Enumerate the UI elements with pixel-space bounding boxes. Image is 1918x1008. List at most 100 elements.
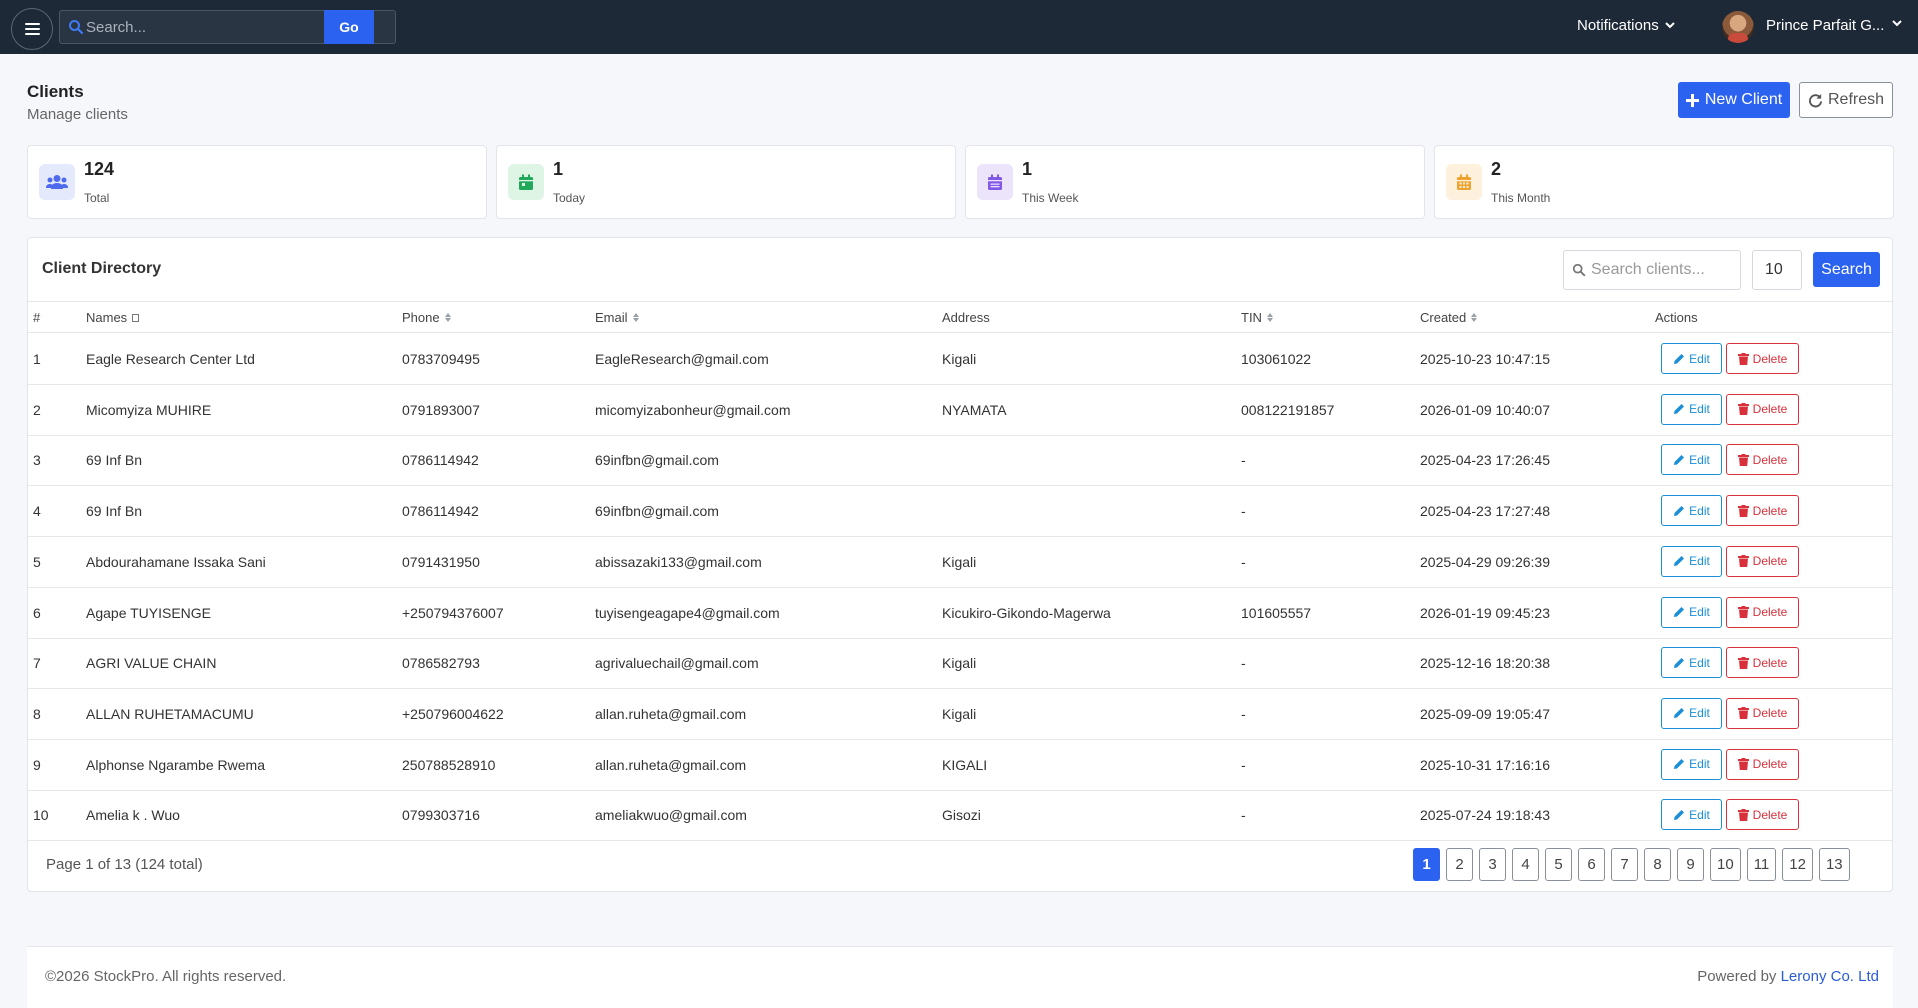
page-button-1[interactable]: 1 [1413, 848, 1440, 881]
page-button-7[interactable]: 7 [1611, 848, 1638, 881]
delete-label: Delete [1752, 757, 1788, 772]
col-header-phone[interactable]: Phone [402, 310, 451, 325]
delete-button[interactable]: Delete [1726, 697, 1799, 729]
per-page-input[interactable]: 10 [1752, 250, 1802, 290]
edit-button[interactable]: Edit [1661, 343, 1722, 374]
powered-by-prefix: Powered by [1697, 968, 1777, 985]
menu-toggle-button[interactable] [11, 8, 53, 50]
page-button-12[interactable]: 12 [1782, 848, 1813, 881]
delete-button[interactable]: Delete [1726, 495, 1799, 527]
cell-num: 3 [33, 452, 41, 469]
cell-name: Amelia k . Wuo [86, 807, 180, 824]
notifications-dropdown[interactable]: Notifications [1577, 17, 1675, 34]
page-button-3[interactable]: 3 [1479, 848, 1506, 881]
cell-created: 2025-04-23 17:27:48 [1420, 503, 1550, 520]
cell-phone: 0799303716 [402, 807, 480, 824]
cell-created: 2025-04-23 17:26:45 [1420, 452, 1550, 469]
cell-name: Micomyiza MUHIRE [86, 401, 212, 418]
delete-button[interactable]: Delete [1726, 393, 1799, 425]
edit-button[interactable]: Edit [1661, 495, 1722, 527]
go-button[interactable]: Go [324, 10, 374, 44]
col-header-email[interactable]: Email [595, 310, 639, 325]
edit-button[interactable]: Edit [1661, 748, 1722, 780]
stat-label: This Month [1491, 191, 1551, 205]
edit-button[interactable]: Edit [1661, 647, 1722, 679]
trash-icon [1737, 453, 1749, 466]
refresh-button[interactable]: Refresh [1799, 82, 1893, 118]
powered-by-link[interactable]: Lerony Co. Ltd [1781, 968, 1879, 985]
delete-label: Delete [1752, 452, 1788, 467]
page-button-9[interactable]: 9 [1677, 848, 1704, 881]
col-header-names[interactable]: Names [86, 310, 140, 325]
delete-button[interactable]: Delete [1726, 748, 1799, 780]
pencil-icon [1674, 708, 1685, 719]
pencil-icon [1674, 454, 1685, 465]
cell-created: 2025-12-16 18:20:38 [1420, 655, 1550, 672]
stat-icon-box [39, 164, 75, 200]
edit-label: Edit [1689, 554, 1710, 569]
delete-button[interactable]: Delete [1726, 545, 1799, 577]
sort-icon [1471, 313, 1478, 322]
edit-button[interactable]: Edit [1661, 444, 1722, 476]
cell-phone: +250796004622 [402, 705, 504, 722]
page-button-2[interactable]: 2 [1446, 848, 1473, 881]
edit-button[interactable]: Edit [1661, 545, 1722, 577]
page-button-4[interactable]: 4 [1512, 848, 1539, 881]
stat-card-today: 1 Today [496, 145, 956, 219]
pencil-icon [1674, 809, 1685, 820]
page-button-8[interactable]: 8 [1644, 848, 1671, 881]
delete-button[interactable]: Delete [1726, 444, 1799, 476]
delete-button[interactable]: Delete [1726, 799, 1799, 831]
page-button-11[interactable]: 11 [1746, 848, 1777, 881]
table-row: 4 69 Inf Bn 0786114942 69infbn@gmail.com - 20… [28, 486, 1892, 538]
page-button-6[interactable]: 6 [1578, 848, 1605, 881]
page-button-5[interactable]: 5 [1545, 848, 1572, 881]
chevron-down-icon[interactable] [1892, 20, 1902, 27]
cell-created: 2026-01-19 09:45:23 [1420, 604, 1550, 621]
col-header-address: Address [942, 310, 990, 325]
cell-created: 2025-09-09 19:05:47 [1420, 705, 1550, 722]
table-row: 7 AGRI VALUE CHAIN 0786582793 agrivaluechai… [28, 638, 1892, 690]
page-subtitle: Manage clients [27, 106, 128, 123]
delete-button[interactable]: Delete [1726, 343, 1799, 374]
search-button[interactable]: Search [1813, 252, 1880, 287]
edit-button[interactable]: Edit [1661, 697, 1722, 729]
cell-name: AGRI VALUE CHAIN [86, 655, 217, 672]
avatar[interactable] [1722, 11, 1754, 43]
delete-button[interactable]: Delete [1726, 596, 1799, 628]
cell-email: 69infbn@gmail.com [595, 503, 719, 520]
page-title: Clients [27, 82, 84, 101]
edit-label: Edit [1689, 757, 1710, 772]
trash-icon [1737, 403, 1749, 416]
user-name[interactable]: Prince Parfait G... [1766, 17, 1884, 34]
page-button-13[interactable]: 13 [1818, 848, 1850, 881]
edit-button[interactable]: Edit [1661, 799, 1722, 831]
edit-label: Edit [1689, 605, 1710, 619]
cell-phone: 0791893007 [402, 401, 480, 418]
edit-button[interactable]: Edit [1661, 393, 1722, 425]
trash-icon [1737, 504, 1749, 517]
cell-num: 1 [33, 351, 41, 367]
col-header-actions: Actions [1655, 310, 1698, 325]
col-header-created[interactable]: Created [1420, 310, 1478, 325]
edit-button[interactable]: Edit [1661, 596, 1722, 628]
cell-tin: - [1241, 452, 1246, 469]
new-client-button[interactable]: New Client [1678, 82, 1790, 118]
delete-label: Delete [1752, 554, 1788, 569]
cell-num: 9 [33, 756, 41, 773]
table-row: 5 Abdourahamane Issaka Sani 0791431950 abis… [28, 537, 1892, 588]
cell-created: 2025-04-29 09:26:39 [1420, 553, 1550, 570]
col-header-tin[interactable]: TIN [1241, 310, 1273, 325]
cell-address: NYAMATA [942, 401, 1007, 418]
trash-icon [1737, 808, 1749, 821]
page-button-10[interactable]: 10 [1710, 848, 1741, 881]
delete-button[interactable]: Delete [1726, 647, 1799, 679]
edit-label: Edit [1689, 655, 1710, 670]
cell-address: Kigali [942, 705, 977, 722]
stat-icon-box [1446, 164, 1482, 200]
cell-tin: - [1241, 705, 1246, 722]
calendar-month-icon [1457, 174, 1471, 190]
stat-value: 2 [1491, 159, 1502, 179]
client-search-input[interactable] [1591, 259, 1736, 281]
cell-created: 2025-10-23 10:47:15 [1420, 351, 1550, 367]
